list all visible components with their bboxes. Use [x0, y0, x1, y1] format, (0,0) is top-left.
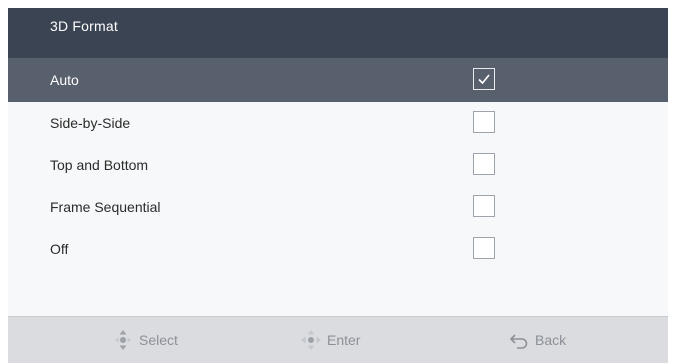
off-checkbox[interactable]: [473, 237, 495, 259]
button-hint-bar: Select Enter Back: [8, 316, 668, 363]
select-hint: Select: [112, 317, 178, 363]
auto-checkbox[interactable]: [473, 68, 495, 90]
select-hint-label: Select: [139, 332, 178, 348]
option-list: Auto Side-by-Side Top and Bottom Frame S…: [8, 58, 668, 270]
option-auto[interactable]: Auto: [8, 58, 668, 102]
back-hint: Back: [508, 317, 566, 363]
side-by-side-checkbox[interactable]: [473, 111, 495, 133]
option-top-and-bottom[interactable]: Top and Bottom: [8, 144, 668, 186]
option-label: Frame Sequential: [50, 199, 161, 215]
frame-sequential-checkbox[interactable]: [473, 195, 495, 217]
option-label: Top and Bottom: [50, 157, 149, 173]
option-label: Side-by-Side: [50, 115, 131, 131]
checkmark-icon: [478, 74, 490, 85]
option-off[interactable]: Off: [8, 228, 668, 270]
return-arrow-icon: [508, 331, 530, 349]
option-label: Off: [50, 241, 69, 257]
settings-panel: 3D Format Auto Side-by-Side Top and Bott…: [8, 8, 668, 363]
enter-hint-label: Enter: [327, 332, 361, 348]
enter-hint: Enter: [300, 317, 360, 363]
dpad-updown-icon: [112, 329, 134, 351]
menu-title: 3D Format: [50, 18, 118, 34]
option-frame-sequential[interactable]: Frame Sequential: [8, 186, 668, 228]
option-label: Auto: [50, 72, 79, 88]
back-hint-label: Back: [535, 332, 567, 348]
dpad-center-icon: [300, 329, 322, 351]
top-and-bottom-checkbox[interactable]: [473, 153, 495, 175]
menu-header: 3D Format: [8, 8, 668, 58]
option-side-by-side[interactable]: Side-by-Side: [8, 102, 668, 144]
